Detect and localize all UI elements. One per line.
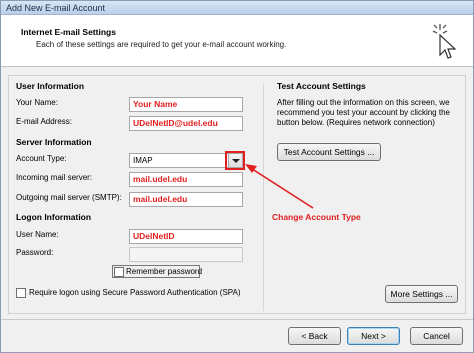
account-type-value: IMAP (133, 156, 153, 165)
column-divider (263, 83, 264, 311)
window-title: Add New E-mail Account (6, 3, 106, 13)
outgoing-server-field[interactable]: mail.udel.edu (129, 192, 243, 207)
your-name-field[interactable]: Your Name (129, 97, 243, 112)
back-button[interactable]: < Back (288, 327, 341, 345)
change-account-type-annotation: Change Account Type (272, 212, 361, 222)
next-button[interactable]: Next > (347, 327, 400, 345)
remember-password-checkbox[interactable] (114, 267, 124, 277)
title-bar: Add New E-mail Account (1, 1, 473, 15)
test-account-settings-button[interactable]: Test Account Settings ... (277, 143, 381, 161)
email-address-label: E-mail Address: (16, 117, 73, 126)
spa-checkbox[interactable] (16, 288, 26, 298)
header-title: Internet E-mail Settings (21, 27, 116, 37)
password-label: Password: (16, 248, 54, 257)
server-info-heading: Server Information (16, 137, 92, 147)
test-description-line-2: recommend you test your account by click… (277, 108, 450, 117)
username-label: User Name: (16, 230, 59, 239)
outgoing-server-label: Outgoing mail server (SMTP): (16, 193, 122, 202)
password-field[interactable] (129, 247, 243, 262)
footer-divider (1, 319, 473, 320)
header-subtitle: Each of these settings are required to g… (36, 40, 287, 49)
logon-info-heading: Logon Information (16, 212, 92, 222)
your-name-label: Your Name: (16, 98, 58, 107)
test-settings-heading: Test Account Settings (277, 81, 366, 91)
incoming-server-field[interactable]: mail.udel.edu (129, 172, 243, 187)
cancel-button[interactable]: Cancel (410, 327, 463, 345)
remember-password-label: Remember password (126, 267, 203, 276)
more-settings-button[interactable]: More Settings ... (385, 285, 458, 303)
account-type-select[interactable]: IMAP (129, 151, 245, 170)
incoming-server-label: Incoming mail server: (16, 173, 93, 182)
test-description-line-1: After filling out the information on thi… (277, 98, 450, 107)
test-description-line-3: button below. (Requires network connecti… (277, 118, 435, 127)
email-address-field[interactable]: UDelNetID@udel.edu (129, 116, 243, 131)
spa-label: Require logon using Secure Password Auth… (29, 288, 241, 297)
add-email-account-window: Add New E-mail Account Internet E-mail S… (0, 0, 474, 353)
cursor-click-icon (432, 24, 457, 59)
header-panel: Internet E-mail Settings Each of these s… (1, 15, 473, 67)
dropdown-highlight-box (225, 151, 245, 170)
username-field[interactable]: UDelNetID (129, 229, 243, 244)
account-type-label: Account Type: (16, 154, 67, 163)
user-info-heading: User Information (16, 81, 85, 91)
